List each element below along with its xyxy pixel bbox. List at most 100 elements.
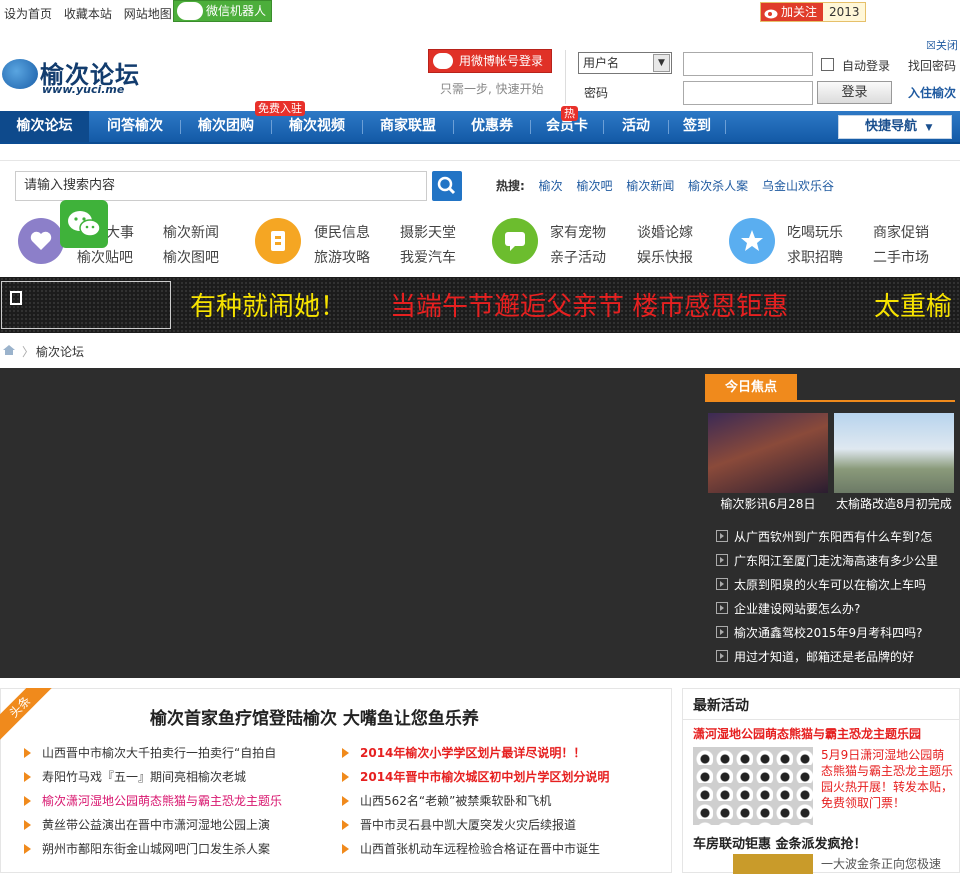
breadcrumb-arrow-icon: 〉 <box>22 345 35 359</box>
activity-item-desc-2[interactable]: 一大波金条正向您极速 <box>821 855 941 872</box>
list-item[interactable]: 从广西钦州到广东阳西有什么车到?怎 <box>716 528 956 552</box>
list-item[interactable]: 山西562名“老赖”被禁乘软卧和飞机 <box>342 792 662 816</box>
activity-image-panda[interactable] <box>693 747 813 825</box>
weibo-login-button[interactable]: 用微博帐号登录 <box>428 49 552 73</box>
top-bar: 设为首页 收藏本站 网站地图 微信机器人 加关注 2013 <box>0 0 960 25</box>
category-link[interactable]: 旅游攻略 <box>314 247 370 267</box>
category-link[interactable]: 谈婚论嫁 <box>637 222 693 242</box>
nav-item-qa[interactable]: 问答榆次 <box>90 111 180 142</box>
category-link[interactable]: 家有宠物 <box>550 222 606 242</box>
bookmark-link[interactable]: 收藏本站 <box>64 7 112 21</box>
login-type-value: 用户名 <box>583 56 620 70</box>
auto-login-label: 自动登录 <box>842 59 891 73</box>
close-link[interactable]: ☒关闭 <box>926 37 958 53</box>
wechat-bot-button[interactable]: 微信机器人 <box>173 0 272 22</box>
logo-url: www.yuci.me <box>42 83 125 96</box>
login-button[interactable]: 登录 <box>817 81 892 104</box>
list-item[interactable]: 朔州市鄯阳东街金山城网吧门口发生杀人案 <box>24 840 344 864</box>
category-link[interactable]: 榆次图吧 <box>163 247 219 267</box>
list-item[interactable]: 黄丝带公益演出在晋中市潇河湿地公园上演 <box>24 816 344 840</box>
category-link[interactable]: 二手市场 <box>873 247 929 267</box>
list-item[interactable]: 山西晋中市榆次大千拍卖行一拍卖行“自拍自 <box>24 744 344 768</box>
list-item[interactable]: 2014年榆次小学学区划片最详尽说明！！ <box>342 744 662 768</box>
focus-caption[interactable]: 榆次影讯6月28日 <box>707 495 829 512</box>
nav-item-merchants[interactable]: 商家联盟 <box>363 111 453 142</box>
ticker-icon <box>10 291 22 305</box>
wechat-float-icon[interactable] <box>60 200 108 248</box>
activity-item-desc[interactable]: 5月9日潇河湿地公园萌态熊猫与霸主恐龙主题乐园火热开展！转发本贴，免费领取门票！ <box>821 747 956 811</box>
hot-term[interactable]: 榆次 <box>539 179 563 193</box>
nav-item-events[interactable]: 活动 <box>604 111 668 142</box>
nav-item-checkin[interactable]: 签到 <box>669 111 725 142</box>
headline-title[interactable]: 榆次首家鱼疗馆登陆榆次 大嘴鱼让您鱼乐养 <box>150 704 479 729</box>
focus-image-road[interactable] <box>834 413 954 493</box>
category-link[interactable]: 吃喝玩乐 <box>787 222 843 242</box>
category-link[interactable]: 娱乐快报 <box>637 247 693 267</box>
hot-term[interactable]: 榆次杀人案 <box>688 179 748 193</box>
site-logo[interactable]: 榆次论坛 www.yuci.me <box>2 55 152 96</box>
list-item[interactable]: 山西首张机动车远程检验合格证在晋中市诞生 <box>342 840 662 864</box>
list-item[interactable]: 榆次潇河湿地公园萌态熊猫与霸主恐龙主题乐 <box>24 792 344 816</box>
category-link[interactable]: 商家促销 <box>873 222 929 242</box>
header-divider <box>565 50 566 104</box>
category-grid: 大事 榆次新闻 榆次贴吧 榆次图吧 便民信息 摄影天堂 旅游攻略 我爱汽车 家有… <box>0 208 960 278</box>
ticker-text-red: 当端午节邂逅父亲节 楼市感恩钜惠 <box>390 292 789 322</box>
weibo-login-label: 用微博帐号登录 <box>459 54 544 68</box>
list-item[interactable]: 榆次通鑫驾校2015年9月考科四吗? <box>716 624 956 648</box>
category-link[interactable]: 榆次新闻 <box>163 222 219 242</box>
list-item[interactable]: 用过才知道，邮箱还是老品牌的好 <box>716 648 956 672</box>
list-item[interactable]: 2014年晋中市榆次城区初中划片学区划分说明 <box>342 768 662 792</box>
hot-search-label: 热搜: <box>496 179 525 193</box>
hot-term[interactable]: 榆次新闻 <box>626 179 674 193</box>
nav-item-coupons[interactable]: 优惠券 <box>454 111 530 142</box>
nav-item-forum[interactable]: 榆次论坛 <box>0 111 89 142</box>
news-list-left: 山西晋中市榆次大千拍卖行一拍卖行“自拍自 寿阳竹马戏『五一』期间亮相榆次老城 榆次潇… <box>24 744 344 864</box>
breadcrumb-current[interactable]: 榆次论坛 <box>36 343 84 360</box>
hot-term[interactable]: 乌金山欢乐谷 <box>762 179 834 193</box>
chat-icon <box>492 218 538 264</box>
star-icon <box>729 218 775 264</box>
focus-image-movie[interactable] <box>708 413 828 493</box>
category-link[interactable]: 大事 <box>106 222 134 242</box>
focus-list: 从广西钦州到广东阳西有什么车到?怎 广东阳江至厦门走沈海高速有多少公里 太原到阳… <box>716 528 956 672</box>
category-link[interactable]: 亲子活动 <box>550 247 606 267</box>
find-password-link[interactable]: 找回密码 <box>908 57 956 74</box>
category-link[interactable]: 求职招聘 <box>787 247 843 267</box>
hot-search: 热搜: 榆次 榆次吧 榆次新闻 榆次杀人案 乌金山欢乐谷 <box>496 177 844 194</box>
list-item[interactable]: 太原到阳泉的火车可以在榆次上车吗 <box>716 576 956 600</box>
username-input[interactable] <box>683 52 813 76</box>
category-link[interactable]: 摄影天堂 <box>400 222 456 242</box>
activity-title: 最新活动 <box>693 698 749 714</box>
category-link[interactable]: 榆次贴吧 <box>77 247 133 267</box>
focus-tab[interactable]: 今日焦点 <box>705 374 797 401</box>
ticker-text-yellow-2: 太重榆 <box>874 292 953 322</box>
weibo-follow-button[interactable]: 加关注 2013 <box>760 2 866 22</box>
activity-item-title[interactable]: 潇河湿地公园萌态熊猫与霸主恐龙主题乐园 <box>693 725 921 742</box>
list-item[interactable]: 寿阳竹马戏『五一』期间亮相榆次老城 <box>24 768 344 792</box>
set-homepage-link[interactable]: 设为首页 <box>4 7 52 21</box>
home-icon[interactable] <box>2 344 16 356</box>
category-link[interactable]: 我爱汽车 <box>400 247 456 267</box>
search-button[interactable] <box>432 171 462 201</box>
list-item[interactable]: 晋中市灵石县中凯大厦突发火灾后续报道 <box>342 816 662 840</box>
auto-login-checkbox[interactable] <box>821 58 834 71</box>
focus-tab-underline <box>705 400 955 402</box>
latest-activity-panel: 最新活动 潇河湿地公园萌态熊猫与霸主恐龙主题乐园 5月9日潇河湿地公园萌态熊猫与… <box>682 688 960 874</box>
hot-term[interactable]: 榆次吧 <box>576 179 612 193</box>
quick-nav-button[interactable]: 快捷导航 ▼ <box>838 115 952 139</box>
join-link[interactable]: 入住榆次 <box>908 84 956 101</box>
login-type-select[interactable]: 用户名 ▼ <box>578 52 672 74</box>
activity-item-title-2[interactable]: 车房联动钜惠 金条派发疯抢！ <box>693 833 867 852</box>
list-item[interactable]: 企业建设网站要怎么办? <box>716 600 956 624</box>
quick-nav-label: 快捷导航 <box>865 119 918 134</box>
list-item[interactable]: 广东阳江至厦门走沈海高速有多少公里 <box>716 552 956 576</box>
activity-image-gold[interactable] <box>733 854 813 874</box>
search-input[interactable]: 请输入搜索内容 <box>15 171 427 201</box>
password-input[interactable] <box>683 81 813 105</box>
category-link[interactable]: 便民信息 <box>314 222 370 242</box>
led-ticker[interactable]: 有种就闹她！ 当端午节邂逅父亲节 楼市感恩钜惠 太重榆 <box>0 277 960 333</box>
ticker-text-yellow: 有种就闹她！ <box>190 292 347 322</box>
password-label: 密码 <box>584 86 609 100</box>
focus-caption[interactable]: 太榆路改造8月初完成 <box>833 495 955 512</box>
sitemap-link[interactable]: 网站地图 <box>124 7 172 21</box>
